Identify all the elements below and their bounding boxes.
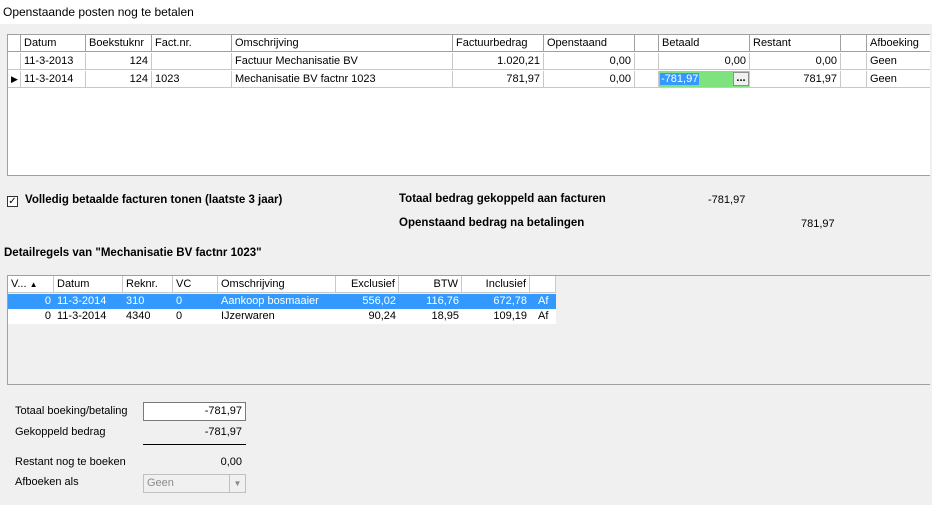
cell-blank [635,71,659,88]
col-omschrijving[interactable]: Omschrijving [232,35,453,52]
cell-v: 0 [44,310,51,322]
cell-af: Af [538,310,549,322]
remaining-label: Restant nog te boeken [15,456,126,468]
table-row[interactable]: 0 11-3-2014 310 0 Aankoop bosmaaier 556,… [8,294,556,309]
detail-grid-body: V... ▲ Datum Reknr. VC Omschrijving Excl… [8,276,556,384]
col-restant[interactable]: Restant [750,35,841,52]
col-factnr[interactable]: Fact.nr. [152,35,232,52]
cell-blank [841,71,867,88]
cell-betaald[interactable]: 0,00 [659,53,750,70]
cell-omschrijving: IJzerwaren [221,310,275,322]
open-total-value: 781,97 [801,218,835,230]
summary-divider [143,444,246,445]
betaald-edit-value[interactable]: -781,97 [660,73,700,85]
ellipsis-button[interactable]: ... [733,72,749,86]
row-indicator [8,53,21,70]
show-paid-checkbox[interactable]: ✓ [7,196,18,207]
cell-inclusief: 109,19 [493,310,527,322]
cell-afboeking[interactable]: Geen [867,71,930,88]
cell-btw: 18,95 [431,310,459,322]
cell-exclusief: 556,02 [362,295,396,307]
cell-omschrijving: Factuur Mechanisatie BV [232,53,453,70]
cell-btw: 116,76 [426,295,459,307]
col-af[interactable] [530,276,556,293]
col-factuurbedrag[interactable]: Factuurbedrag [453,35,544,52]
cell-restant: 0,00 [750,53,841,70]
cell-datum: 11-3-2014 [57,295,107,307]
show-paid-label[interactable]: Volledig betaalde facturen tonen (laatst… [25,194,282,206]
cell-afboeking[interactable]: Geen [867,53,930,70]
invoices-header-row: Datum Boekstuknr Fact.nr. Omschrijving F… [8,35,930,53]
cell-exclusief: 90,24 [368,310,396,322]
col-boekstuknr[interactable]: Boekstuknr [86,35,152,52]
remaining-value: 0,00 [220,456,242,468]
col-reknr[interactable]: Reknr. [123,276,173,293]
cell-inclusief: 672,78 [493,295,527,307]
col-betaald[interactable]: Betaald [659,35,750,52]
writeoff-value: Geen [147,477,174,489]
invoices-grid[interactable]: Datum Boekstuknr Fact.nr. Omschrijving F… [7,34,930,176]
cell-factuurbedrag: 1.020,21 [453,53,544,70]
detail-grid[interactable]: V... ▲ Datum Reknr. VC Omschrijving Excl… [7,275,930,385]
detail-title: Detailregels van "Mechanisatie BV factnr… [4,247,262,259]
cell-v: 0 [44,295,51,307]
open-total-label: Openstaand bedrag na betalingen [399,217,585,229]
sort-ascending-icon: ▲ [29,280,38,289]
col-afboeking[interactable]: Afboeking [867,35,930,52]
col-exclusief[interactable]: Exclusief [336,276,399,293]
cell-omschrijving: Aankoop bosmaaier [221,295,319,307]
linked-total-label: Totaal bedrag gekoppeld aan facturen [399,193,606,205]
cell-datum: 11-3-2013 [21,53,86,70]
col-btw[interactable]: BTW [399,276,462,293]
cell-datum: 11-3-2014 [57,310,107,322]
table-row[interactable]: 11-3-2013 124 Factuur Mechanisatie BV 1.… [8,53,930,71]
table-row[interactable]: 0 11-3-2014 4340 0 IJzerwaren 90,24 18,9… [8,309,556,324]
cell-factuurbedrag: 781,97 [453,71,544,88]
chevron-down-icon[interactable]: ▼ [229,475,245,492]
total-booking-field[interactable]: -781,97 [143,402,246,421]
cell-restant: 781,97 [750,71,841,88]
cell-factnr [152,53,232,70]
total-booking-label: Totaal boeking/betaling [15,405,128,417]
writeoff-dropdown[interactable]: Geen ▼ [143,474,246,493]
table-row[interactable]: ▶ 11-3-2014 124 1023 Mechanisatie BV fac… [8,71,930,89]
cell-af: Af [538,295,549,307]
col-v[interactable]: V... ▲ [8,276,54,293]
cell-openstaand: 0,00 [544,71,635,88]
col-omschrijving[interactable]: Omschrijving [218,276,336,293]
linked-total-value: -781,97 [708,194,746,206]
linked-amount-label: Gekoppeld bedrag [15,426,106,438]
row-indicator-header [8,35,21,52]
linked-amount-value: -781,97 [204,426,242,438]
cell-reknr: 310 [126,295,145,307]
col-blank-1[interactable] [635,35,659,52]
cell-boekstuknr: 124 [86,53,152,70]
cell-vc: 0 [176,310,183,322]
current-row-icon: ▶ [8,71,21,88]
cell-boekstuknr: 124 [86,71,152,88]
cell-blank [841,53,867,70]
cell-vc: 0 [176,295,183,307]
window-title: Openstaande posten nog te betalen [3,5,194,19]
col-vc[interactable]: VC [173,276,218,293]
col-datum[interactable]: Datum [21,35,86,52]
cell-reknr: 4340 [126,310,151,322]
cell-omschrijving: Mechanisatie BV factnr 1023 [232,71,453,88]
cell-openstaand: 0,00 [544,53,635,70]
writeoff-label: Afboeken als [15,476,79,488]
cell-blank [635,53,659,70]
col-datum[interactable]: Datum [54,276,123,293]
col-openstaand[interactable]: Openstaand [544,35,635,52]
detail-header-row: V... ▲ Datum Reknr. VC Omschrijving Excl… [8,276,556,293]
betaald-edit-field[interactable]: -781,97 ... [659,71,750,88]
cell-datum: 11-3-2014 [21,71,86,88]
cell-factnr: 1023 [152,71,232,88]
col-v-label: V... [11,278,27,290]
col-blank-2[interactable] [841,35,867,52]
col-inclusief[interactable]: Inclusief [462,276,530,293]
